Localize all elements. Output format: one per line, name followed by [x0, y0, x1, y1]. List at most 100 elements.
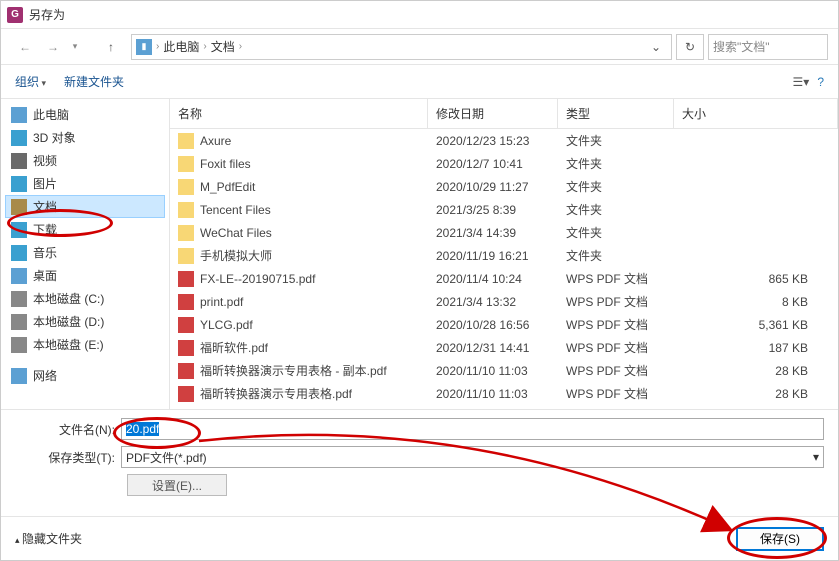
chevron-right-icon: ›: [156, 41, 159, 52]
organize-menu[interactable]: 组织: [15, 73, 46, 90]
file-date: 2020/12/7 10:41: [428, 156, 558, 172]
tree-item-net[interactable]: 网络: [5, 364, 165, 387]
file-type: 文件夹: [558, 223, 674, 242]
column-name[interactable]: 名称: [170, 99, 428, 128]
tree-item-video[interactable]: 视频: [5, 149, 165, 172]
tree-item-dl[interactable]: 下载: [5, 218, 165, 241]
back-button[interactable]: ←: [11, 35, 39, 59]
dl-icon: [11, 222, 27, 238]
tree-item-label: 网络: [33, 367, 57, 384]
list-body[interactable]: Axure 2020/12/23 15:23 文件夹 Foxit files 2020/…: [170, 129, 838, 407]
refresh-button[interactable]: ↻: [676, 34, 704, 60]
search-input[interactable]: [713, 40, 823, 54]
tree-item-drive[interactable]: 本地磁盘 (C:): [5, 287, 165, 310]
file-row[interactable]: YLCG.pdf2020/10/28 16:56WPS PDF 文档5,361 …: [170, 313, 838, 336]
file-type: WPS PDF 文档: [558, 269, 674, 288]
folder-row[interactable]: Tencent Files2021/3/25 8:39文件夹: [170, 198, 838, 221]
new-folder-button[interactable]: 新建文件夹: [64, 73, 124, 90]
tree-item-pc[interactable]: 此电脑: [5, 103, 165, 126]
file-row[interactable]: 福昕转换器演示专用表格.pdf2020/11/10 11:03WPS PDF 文…: [170, 382, 838, 405]
folder-tree[interactable]: 此电脑 3D 对象视频图片文档下载音乐桌面本地磁盘 (C:) 本地磁盘 (D:) 本地…: [1, 99, 169, 409]
breadcrumb-segment[interactable]: 此电脑: [163, 38, 199, 55]
view-options-icon[interactable]: ☰▾: [793, 75, 810, 89]
file-size: 28 KB: [674, 386, 838, 402]
folder-row[interactable]: WeChat Files2021/3/4 14:39文件夹: [170, 221, 838, 244]
tree-item-pic[interactable]: 图片: [5, 172, 165, 195]
file-name: Axure: [200, 134, 231, 148]
folder-icon: [178, 133, 194, 149]
folder-icon: [178, 156, 194, 172]
file-row[interactable]: 福昕软件.pdf2020/12/31 14:41WPS PDF 文档187 KB: [170, 336, 838, 359]
file-name: 福昕转换器演示专用表格.pdf: [200, 385, 352, 402]
breadcrumb[interactable]: ▮ › 此电脑 › 文档 › ⌄: [131, 34, 672, 60]
tree-item-drive[interactable]: 本地磁盘 (E:): [5, 333, 165, 356]
file-name: print.pdf: [200, 295, 243, 309]
tree-item-3d[interactable]: 3D 对象: [5, 126, 165, 149]
file-size: [674, 209, 838, 211]
hide-folders-link[interactable]: 隐藏文件夹: [15, 530, 82, 547]
pc-icon: [11, 107, 27, 123]
file-date: 2020/11/4 10:24: [428, 271, 558, 287]
file-name: Foxit files: [200, 157, 251, 171]
tree-item-label: 本地磁盘 (C:): [33, 290, 104, 307]
list-header: 名称 修改日期 类型 大小: [170, 99, 838, 129]
pdf-icon: [178, 271, 194, 287]
window-title: 另存为: [29, 6, 65, 23]
column-date[interactable]: 修改日期: [428, 99, 558, 128]
save-button[interactable]: 保存(S): [736, 527, 824, 551]
tree-item-desk[interactable]: 桌面: [5, 264, 165, 287]
footer: 隐藏文件夹 保存(S): [1, 516, 838, 560]
search-box[interactable]: [708, 34, 828, 60]
up-button[interactable]: ↑: [99, 35, 123, 59]
drive-icon: [11, 337, 27, 353]
help-icon[interactable]: ?: [817, 75, 824, 89]
file-size: [674, 163, 838, 165]
folder-row[interactable]: 手机模拟大师2020/11/19 16:21文件夹: [170, 244, 838, 267]
recent-dropdown[interactable]: ▾: [67, 35, 83, 59]
column-type[interactable]: 类型: [558, 99, 674, 128]
file-date: 2021/3/4 13:32: [428, 294, 558, 310]
file-row[interactable]: print.pdf2021/3/4 13:32WPS PDF 文档8 KB: [170, 290, 838, 313]
forward-button[interactable]: →: [39, 35, 67, 59]
tree-item-drive[interactable]: 本地磁盘 (D:): [5, 310, 165, 333]
tree-item-doc[interactable]: 文档: [5, 195, 165, 218]
file-row[interactable]: 福昕转换器演示专用表格 - 副本.pdf2020/11/10 11:03WPS …: [170, 359, 838, 382]
chevron-right-icon: ›: [239, 41, 242, 52]
tree-item-label: 桌面: [33, 267, 57, 284]
drive-icon: [11, 291, 27, 307]
pc-icon: ▮: [136, 39, 152, 55]
folder-row[interactable]: M_PdfEdit2020/10/29 11:27文件夹: [170, 175, 838, 198]
tree-item-label: 文档: [33, 198, 57, 215]
file-date: 2020/11/10 11:03: [428, 363, 558, 379]
desk-icon: [11, 268, 27, 284]
music-icon: [11, 245, 27, 261]
tree-item-label: 图片: [33, 175, 57, 192]
folder-icon: [178, 248, 194, 264]
file-size: 5,361 KB: [674, 317, 838, 333]
folder-row[interactable]: Foxit files2020/12/7 10:41文件夹: [170, 152, 838, 175]
tree-item-label: 3D 对象: [33, 129, 76, 146]
file-row[interactable]: FX-LE--20190715.pdf2020/11/4 10:24WPS PD…: [170, 267, 838, 290]
toolbar: 组织 新建文件夹 ☰▾ ?: [1, 65, 838, 99]
breadcrumb-segment[interactable]: 文档: [211, 38, 235, 55]
breadcrumb-dropdown[interactable]: ⌄: [645, 40, 667, 54]
file-size: 8 KB: [674, 294, 838, 310]
pic-icon: [11, 176, 27, 192]
file-date: 2020/12/23 15:23: [428, 133, 558, 149]
file-name: 福昕转换器演示专用表格 - 副本.pdf: [200, 362, 387, 379]
tree-item-label: 视频: [33, 152, 57, 169]
file-size: [674, 140, 838, 142]
column-size[interactable]: 大小: [674, 99, 838, 128]
filename-input[interactable]: [121, 418, 824, 440]
folder-icon: [178, 179, 194, 195]
file-row[interactable]: 新建 DOCX 文档.pdf2020/12/7 16:18WPS PDF 文档6…: [170, 405, 838, 407]
tree-item-music[interactable]: 音乐: [5, 241, 165, 264]
filetype-select[interactable]: PDF文件(*.pdf)▾: [121, 446, 824, 468]
folder-row[interactable]: Axure2020/12/23 15:23文件夹: [170, 129, 838, 152]
tree-item-label: 本地磁盘 (E:): [33, 336, 104, 353]
settings-button[interactable]: 设置(E)...: [127, 474, 227, 496]
doc-icon: [11, 199, 27, 215]
file-date: 2020/11/10 11:03: [428, 386, 558, 402]
filename-label: 文件名(N):: [15, 421, 121, 438]
chevron-right-icon: ›: [203, 41, 206, 52]
